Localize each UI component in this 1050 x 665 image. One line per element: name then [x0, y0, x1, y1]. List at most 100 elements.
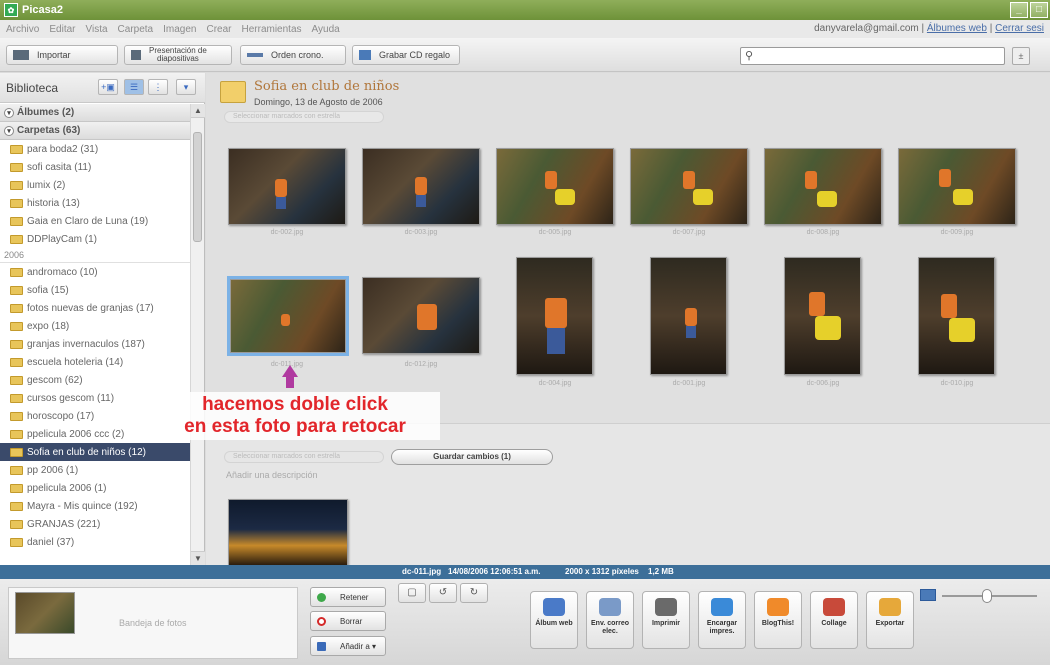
photo-toy: [555, 189, 575, 205]
menu-vista[interactable]: Vista: [85, 24, 107, 35]
action-button[interactable]: Encargar impres.: [698, 591, 746, 649]
photo-caption: dc-007.jpg: [672, 229, 706, 236]
action-button[interactable]: BlogThis!: [754, 591, 802, 649]
timeline-button[interactable]: Orden crono.: [240, 45, 346, 65]
zoom-knob[interactable]: [982, 589, 992, 603]
library-menu-button[interactable]: ▾: [176, 79, 196, 95]
sidebar-folder-item[interactable]: Mayra - Mis quince (192): [0, 497, 190, 515]
selected-photo-thumbnail[interactable]: [227, 276, 349, 356]
rotate-view-button[interactable]: ▢: [398, 583, 426, 603]
sidebar-scrollbar[interactable]: ▲ ▼: [190, 104, 205, 565]
photo-thumbnail[interactable]: [362, 277, 480, 354]
select-starred-button[interactable]: Seleccionar marcados con estrella: [224, 451, 384, 463]
photo-thumbnail[interactable]: [650, 257, 727, 375]
menu-ayuda[interactable]: Ayuda: [312, 24, 340, 35]
photo-thumbnail[interactable]: [228, 148, 346, 225]
action-label-line1: Env. correo: [591, 620, 629, 627]
action-label-line1: Collage: [821, 620, 847, 627]
photo-thumbnail[interactable]: [898, 148, 1016, 225]
photo-thumbnail[interactable]: [630, 148, 748, 225]
sidebar-folder-label: horoscopo (17): [27, 410, 95, 422]
view-tree-button[interactable]: ⋮: [148, 79, 168, 95]
action-button[interactable]: Imprimir: [642, 591, 690, 649]
menu-editar[interactable]: Editar: [49, 24, 75, 35]
sidebar-folder-item[interactable]: fotos nuevas de granjas (17): [0, 299, 190, 317]
add-description-field[interactable]: Añadir una descripción: [226, 470, 318, 480]
sidebar-folder-item[interactable]: escuela hoteleria (14): [0, 353, 190, 371]
sidebar-folder-item[interactable]: gescom (62): [0, 371, 190, 389]
photo-thumbnail[interactable]: [918, 257, 995, 375]
photo-thumbnail[interactable]: [496, 148, 614, 225]
sidebar-folder-item[interactable]: lumix (2): [0, 176, 190, 194]
action-label: Álbum web: [531, 620, 577, 628]
web-albums-link[interactable]: Álbumes web: [927, 23, 987, 34]
rotate-left-icon[interactable]: ↺: [429, 583, 457, 603]
sidebar-folder-label: para boda2 (31): [27, 143, 99, 155]
action-button[interactable]: Álbum web: [530, 591, 578, 649]
folder-icon: [10, 339, 23, 349]
scroll-thumb[interactable]: [193, 132, 202, 242]
sidebar-folder-item[interactable]: para boda2 (31): [0, 140, 190, 158]
hold-button[interactable]: Retener: [310, 587, 386, 607]
menu-crear[interactable]: Crear: [206, 24, 231, 35]
sidebar-folder-item[interactable]: DDPlayCam (1): [0, 230, 190, 248]
sidebar-folder-item[interactable]: Sofia en club de niños (12): [0, 443, 190, 461]
menu-carpeta[interactable]: Carpeta: [118, 24, 154, 35]
sidebar-folder-item[interactable]: granjas invernaculos (187): [0, 335, 190, 353]
sidebar-folder-item[interactable]: sofi casita (11): [0, 158, 190, 176]
maximize-button[interactable]: □: [1030, 2, 1048, 18]
albums-group-header[interactable]: ▾ Álbumes (2): [0, 104, 190, 122]
tray-photo-thumbnail[interactable]: [15, 592, 75, 634]
add-to-button[interactable]: Añadir a ▾: [310, 636, 386, 656]
logout-link[interactable]: Cerrar sesi: [995, 23, 1044, 34]
menu-archivo[interactable]: Archivo: [6, 24, 39, 35]
sidebar-folder-label: Mayra - Mis quince (192): [27, 500, 138, 512]
scroll-up-arrow-icon[interactable]: ▲: [191, 104, 205, 118]
sidebar-folder-item[interactable]: sofia (15): [0, 281, 190, 299]
sidebar-folder-item[interactable]: andromaco (10): [0, 263, 190, 281]
search-input[interactable]: ⚲: [740, 47, 1005, 65]
menu-herramientas[interactable]: Herramientas: [242, 24, 302, 35]
search-options-button[interactable]: ±: [1012, 47, 1030, 65]
action-button[interactable]: Env. correo elec.: [586, 591, 634, 649]
photo-thumbnail[interactable]: [764, 148, 882, 225]
photo-subject: [545, 171, 557, 189]
sidebar-folder-item[interactable]: Gaia en Claro de Luna (19): [0, 212, 190, 230]
select-starred-button[interactable]: Seleccionar marcados con estrella: [224, 111, 384, 123]
photo-thumbnail[interactable]: [784, 257, 861, 375]
sidebar-folder-item[interactable]: GRANJAS (221): [0, 515, 190, 533]
action-icon: [543, 598, 565, 616]
action-label: Imprimir: [643, 620, 689, 628]
slideshow-button[interactable]: Presentación de diapositivas: [124, 45, 232, 65]
sidebar-folder-item[interactable]: ppelicula 2006 (1): [0, 479, 190, 497]
burn-cd-button[interactable]: Grabar CD regalo: [352, 45, 460, 65]
sidebar-folder-item[interactable]: historia (13): [0, 194, 190, 212]
photo-thumbnail[interactable]: [362, 148, 480, 225]
sidebar-folder-item[interactable]: pp 2006 (1): [0, 461, 190, 479]
menu-imagen[interactable]: Imagen: [163, 24, 196, 35]
import-button[interactable]: Importar: [6, 45, 118, 65]
folders-group-label: Carpetas (63): [17, 125, 81, 136]
folders-group-header[interactable]: ▾ Carpetas (63): [0, 122, 190, 140]
action-label-line1: Exportar: [875, 620, 905, 627]
zoom-slider[interactable]: [920, 589, 1040, 603]
minimize-button[interactable]: _: [1010, 2, 1028, 18]
sidebar-folder-item[interactable]: daniel (37): [0, 533, 190, 551]
action-button[interactable]: Collage: [810, 591, 858, 649]
clear-button[interactable]: Borrar: [310, 611, 386, 631]
rotate-right-icon[interactable]: ↻: [460, 583, 488, 603]
action-label: BlogThis!: [755, 620, 801, 628]
scroll-down-arrow-icon[interactable]: ▼: [191, 551, 205, 565]
sidebar-folder-item[interactable]: expo (18): [0, 317, 190, 335]
save-changes-button[interactable]: Guardar cambios (1): [391, 449, 553, 465]
new-album-button[interactable]: +▣: [98, 79, 118, 95]
photo-thumbnail[interactable]: [228, 499, 348, 565]
folder-icon: [10, 267, 23, 277]
slideshow-icon: [131, 50, 141, 60]
action-button[interactable]: Exportar: [866, 591, 914, 649]
account-info: danyvarela@gmail.com | Álbumes web | Cer…: [814, 23, 1044, 34]
status-datetime: 14/08/2006 12:06:51 a.m.: [448, 567, 541, 576]
photo-thumbnail[interactable]: [516, 257, 593, 375]
sidebar-folder-label: sofi casita (11): [27, 161, 92, 173]
view-list-button[interactable]: ☰: [124, 79, 144, 95]
